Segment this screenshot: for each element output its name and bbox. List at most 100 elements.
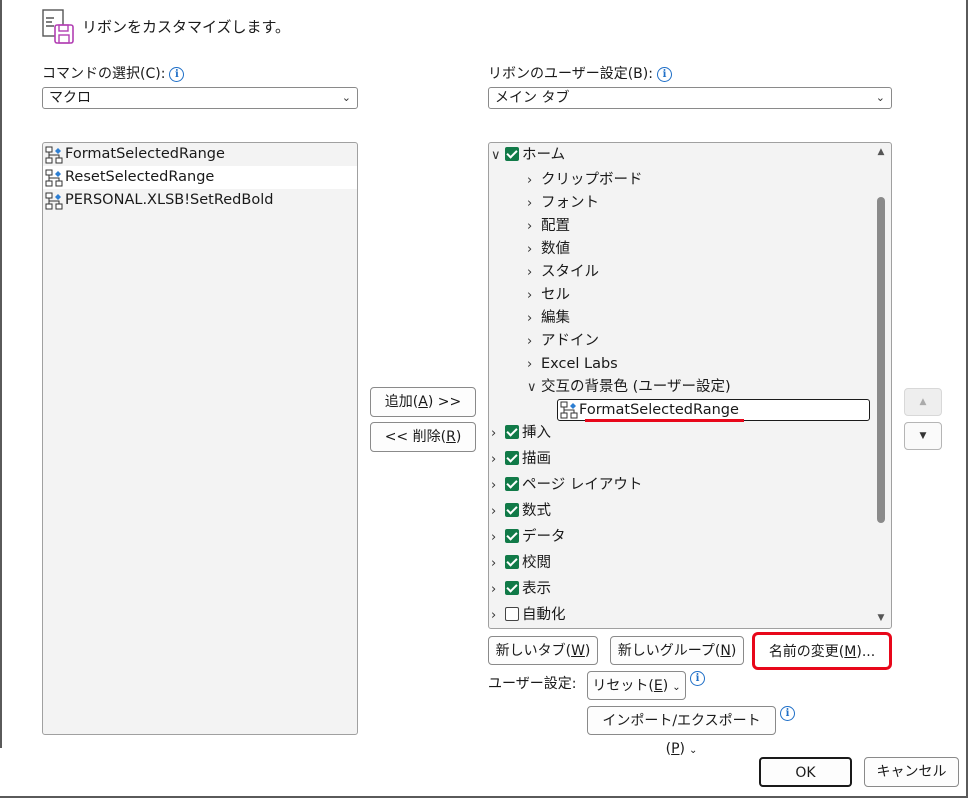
ribbon-tree[interactable]: ∨ ホーム › クリップボード › フォント › 配置 › 数値 › スタイル › セル › 編… (488, 142, 892, 629)
chevron-right-icon[interactable]: › (527, 262, 541, 284)
tree-item-review[interactable]: › 校閲 (491, 552, 551, 574)
chevron-right-icon[interactable]: › (491, 527, 505, 549)
dialog-title: リボンをカスタマイズします。 (82, 18, 291, 36)
chevron-right-icon[interactable]: › (491, 449, 505, 471)
chevron-right-icon[interactable]: › (491, 605, 505, 627)
chevron-right-icon[interactable]: › (527, 308, 541, 330)
chevron-right-icon[interactable]: › (491, 501, 505, 523)
checkbox-checked[interactable] (505, 555, 519, 569)
macro-icon (560, 401, 578, 419)
tree-item-editing[interactable]: › 編集 (527, 307, 570, 329)
tree-item-clipboard[interactable]: › クリップボード (527, 169, 643, 191)
chevron-right-icon[interactable]: › (527, 193, 541, 215)
new-group-button[interactable]: 新しいグループ(N) (610, 636, 744, 665)
import-export-button[interactable]: インポート/エクスポート(P) ⌄ (587, 706, 776, 757)
tree-scrollbar[interactable]: ▲ ▼ (875, 147, 887, 625)
list-item[interactable]: FormatSelectedRange (43, 143, 357, 166)
tree-item-page-layout[interactable]: › ページ レイアウト (491, 474, 642, 496)
tree-item-formulas[interactable]: › 数式 (491, 500, 551, 522)
tree-item-label: 自動化 (522, 607, 566, 623)
tree-item-excel-labs[interactable]: › Excel Labs (527, 353, 618, 375)
import-export-label-end: ) (679, 741, 685, 757)
tree-item-label: スタイル (541, 264, 599, 280)
ribbon-select[interactable]: メイン タブ ⌄ (488, 87, 892, 109)
move-down-button[interactable]: ▼ (904, 422, 942, 450)
tree-item-label: 挿入 (522, 425, 551, 441)
highlight-underline (585, 419, 744, 422)
tree-item-label: 編集 (541, 310, 570, 326)
chevron-right-icon[interactable]: › (527, 285, 541, 307)
chevron-down-icon[interactable]: ∨ (527, 377, 541, 399)
list-item[interactable]: ResetSelectedRange (43, 166, 357, 189)
checkbox-checked[interactable] (505, 425, 519, 439)
tree-item-macro-selected[interactable]: FormatSelectedRange (557, 399, 870, 421)
checkbox-unchecked[interactable] (505, 607, 519, 621)
ribbon-label-text: リボンのユーザー設定(B): (488, 66, 653, 82)
new-group-label-end: ) (730, 643, 737, 659)
macro-icon (45, 192, 63, 210)
chevron-right-icon[interactable]: › (527, 216, 541, 238)
tree-item-label: ページ レイアウト (522, 477, 643, 493)
tree-item-addins[interactable]: › アドイン (527, 330, 599, 352)
new-tab-button[interactable]: 新しいタブ(W) (488, 636, 598, 665)
chevron-right-icon[interactable]: › (527, 331, 541, 353)
tree-item-label: 交互の背景色 (ユーザー設定) (541, 379, 731, 395)
tree-item-number[interactable]: › 数値 (527, 238, 570, 260)
info-icon[interactable]: i (780, 706, 795, 721)
customize-ribbon-icon (42, 9, 74, 44)
chevron-down-icon: ⌄ (875, 91, 885, 104)
chevron-right-icon[interactable]: › (527, 170, 541, 192)
import-export-accesskey: P (671, 741, 680, 757)
add-button[interactable]: 追加(A) >> (370, 387, 476, 417)
checkbox-checked[interactable] (505, 503, 519, 517)
commands-select[interactable]: マクロ ⌄ (42, 87, 358, 109)
scroll-up-icon[interactable]: ▲ (875, 147, 887, 157)
move-up-button[interactable]: ▲ (904, 388, 942, 416)
info-icon[interactable]: i (656, 66, 672, 82)
add-button-label: 追加( (384, 394, 419, 410)
tree-item-data[interactable]: › データ (491, 526, 566, 548)
remove-button[interactable]: << 削除(R) (370, 422, 476, 452)
tree-item-styles[interactable]: › スタイル (527, 261, 599, 283)
cancel-button[interactable]: キャンセル (864, 757, 959, 787)
info-icon[interactable]: i (690, 671, 705, 686)
tree-item-insert[interactable]: › 挿入 (491, 422, 551, 444)
add-button-accesskey: A (418, 394, 428, 410)
checkbox-checked[interactable] (505, 147, 519, 161)
rename-button[interactable]: 名前の変更(M)... (758, 637, 886, 665)
tree-item-view[interactable]: › 表示 (491, 578, 551, 600)
tree-item-cells[interactable]: › セル (527, 284, 570, 306)
chevron-right-icon[interactable]: › (527, 354, 541, 376)
tree-item-draw[interactable]: › 描画 (491, 448, 551, 470)
tree-item-alignment[interactable]: › 配置 (527, 215, 570, 237)
tree-item-label: 数式 (522, 503, 551, 519)
tree-item-label: データ (522, 529, 566, 545)
info-icon[interactable]: i (169, 66, 185, 82)
rename-label-end: )... (856, 644, 876, 660)
reset-label-end: ) (662, 678, 669, 694)
checkbox-checked[interactable] (505, 477, 519, 491)
ribbon-label: リボンのユーザー設定(B): i (488, 63, 672, 83)
tree-item-font[interactable]: › フォント (527, 192, 599, 214)
tree-item-custom-group[interactable]: ∨ 交互の背景色 (ユーザー設定) (527, 376, 731, 398)
chevron-right-icon[interactable]: › (491, 579, 505, 601)
chevron-right-icon[interactable]: › (491, 423, 505, 445)
triangle-up-icon: ▲ (919, 397, 927, 407)
tree-item-home[interactable]: ∨ ホーム (491, 144, 565, 166)
ok-button[interactable]: OK (759, 757, 852, 787)
chevron-right-icon[interactable]: › (491, 553, 505, 575)
scroll-thumb[interactable] (877, 197, 885, 523)
macro-icon (45, 169, 63, 187)
checkbox-checked[interactable] (505, 581, 519, 595)
scroll-down-icon[interactable]: ▼ (875, 613, 887, 623)
reset-label: リセット( (592, 678, 654, 694)
reset-button[interactable]: リセット(E) ⌄ (587, 671, 686, 700)
chevron-down-icon[interactable]: ∨ (491, 145, 505, 167)
commands-list[interactable]: FormatSelectedRange ResetSelectedRange P… (42, 142, 358, 735)
chevron-right-icon[interactable]: › (527, 239, 541, 261)
chevron-right-icon[interactable]: › (491, 475, 505, 497)
list-item[interactable]: PERSONAL.XLSB!SetRedBold (43, 189, 357, 212)
checkbox-checked[interactable] (505, 529, 519, 543)
tree-item-automate[interactable]: › 自動化 (491, 604, 566, 626)
checkbox-checked[interactable] (505, 451, 519, 465)
